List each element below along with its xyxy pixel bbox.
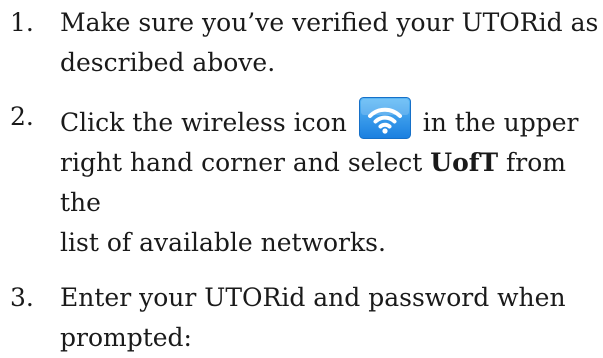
step-number: 2. xyxy=(10,102,34,131)
step-number: 1. xyxy=(10,8,34,37)
step-number: 3. xyxy=(10,283,34,312)
step-text: prompted: xyxy=(60,323,192,352)
step-text: list of available networks. xyxy=(60,228,386,257)
step-3: 3. Enter your UTORid and password when p… xyxy=(0,278,603,358)
step-text: right hand corner and select xyxy=(60,148,431,177)
step-text: in the upper xyxy=(422,108,579,137)
step-text: Click the wireless icon xyxy=(60,108,347,137)
step-text: described above. xyxy=(60,48,276,77)
instruction-steps: 1. Make sure you’ve verified your UTORid… xyxy=(0,0,603,358)
step-1: 1. Make sure you’ve verified your UTORid… xyxy=(0,3,603,83)
step-2: 2. Click the wireless icon in the upper … xyxy=(0,97,603,263)
wifi-icon xyxy=(358,97,411,139)
step-text: Make sure you’ve verified your UTORid as xyxy=(60,8,599,37)
network-name: UofT xyxy=(430,148,499,177)
